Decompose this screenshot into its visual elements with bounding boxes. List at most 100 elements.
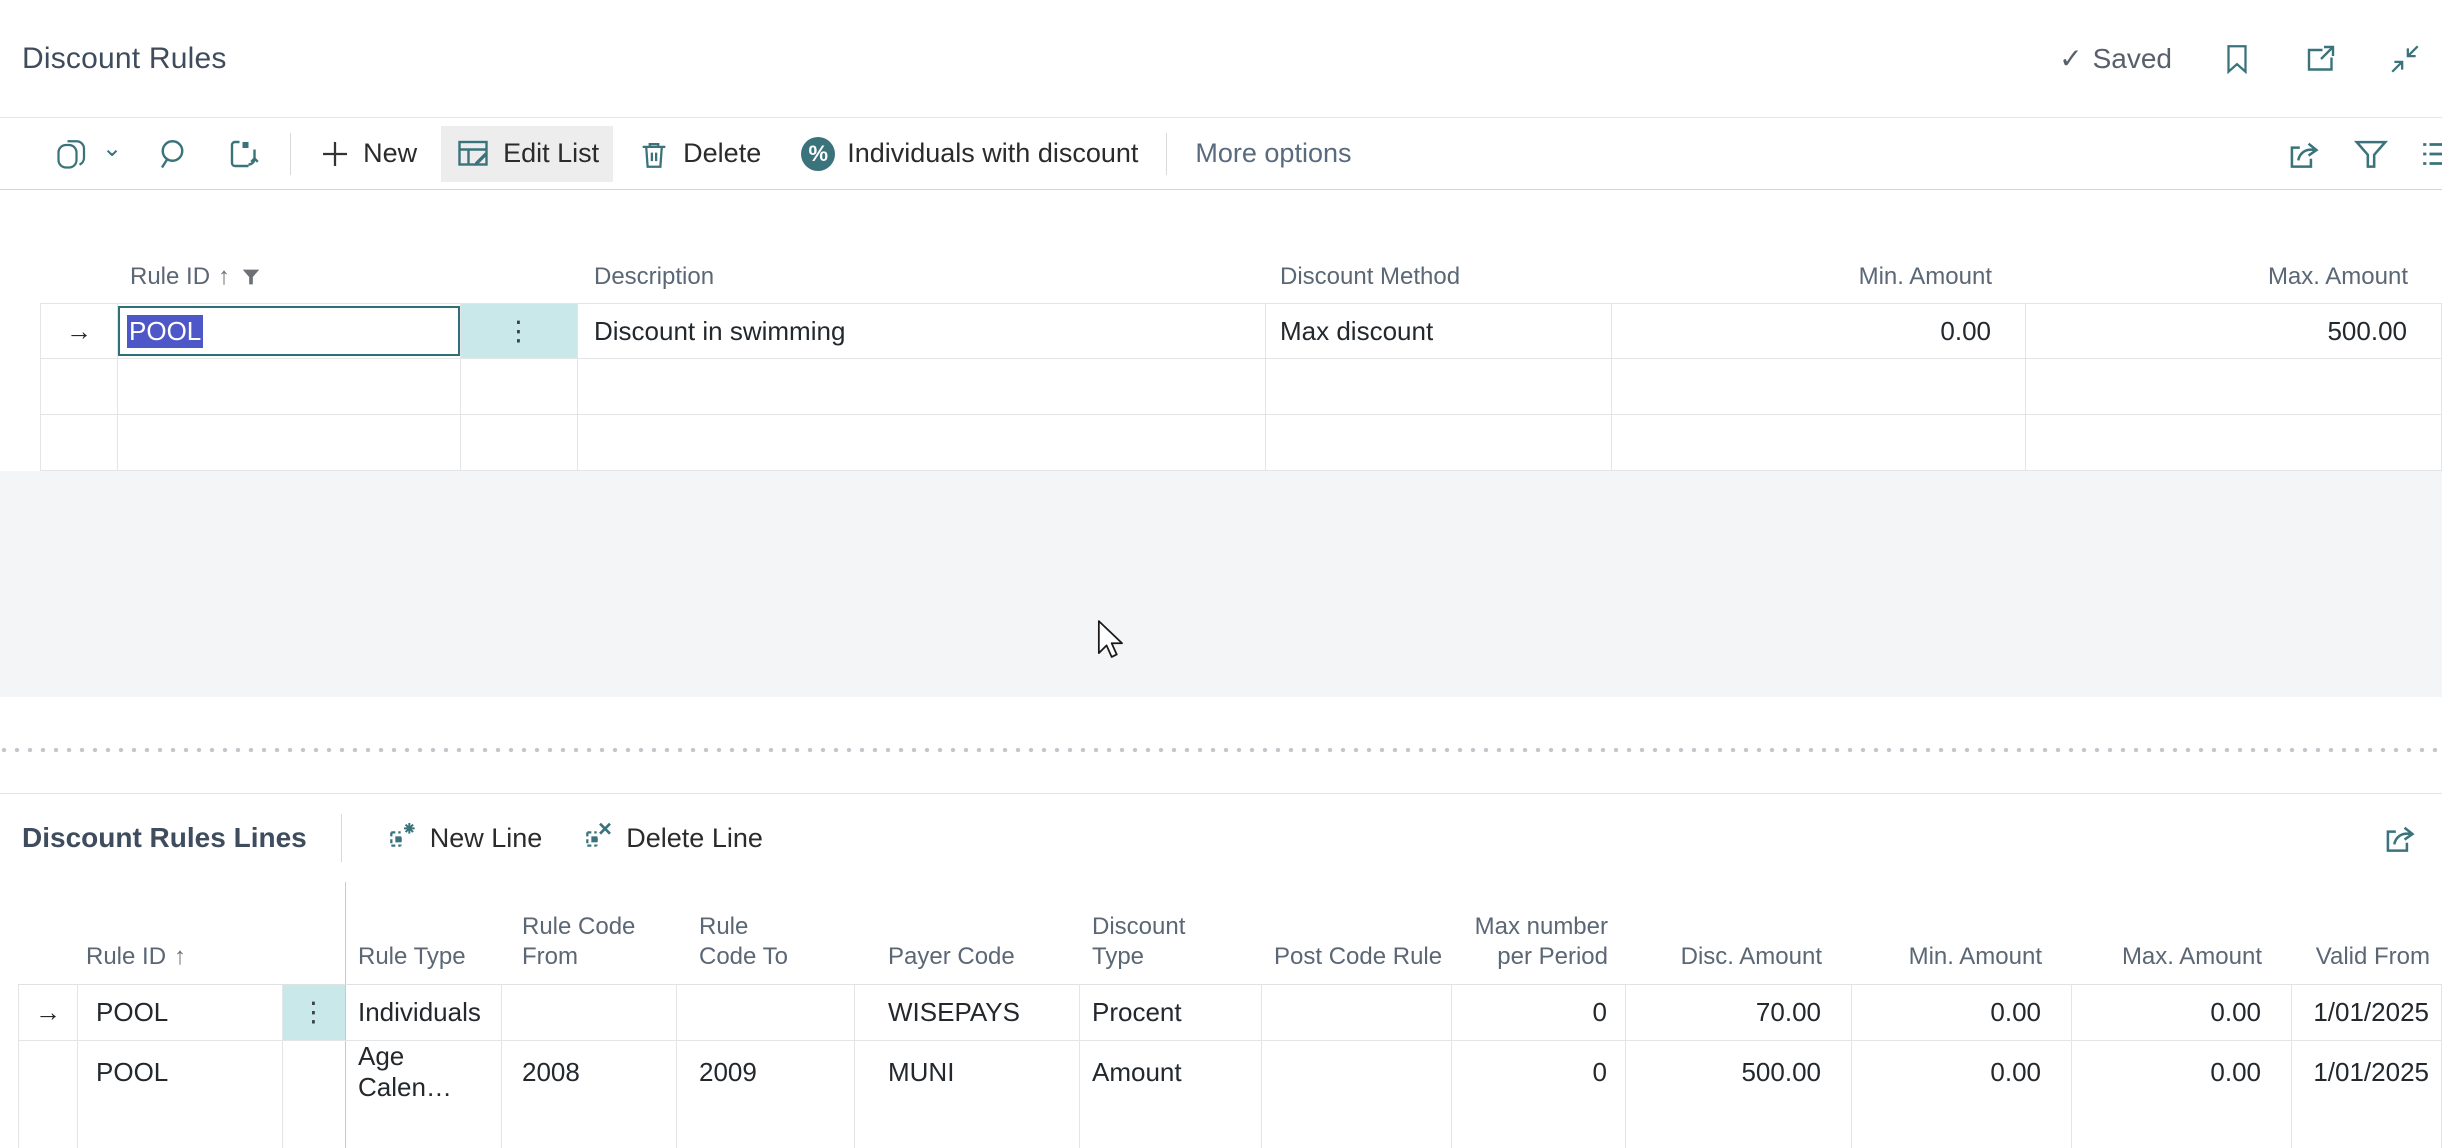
rules-col-discount-method[interactable]: Discount Method: [1266, 250, 1612, 303]
trash-icon: [637, 137, 671, 171]
lines-col-disc-amount[interactable]: Disc. Amount: [1626, 882, 1852, 984]
lines-col-min-amount[interactable]: Min. Amount: [1852, 882, 2072, 984]
rule-code-from-cell[interactable]: 2008: [502, 1041, 677, 1103]
discount-type-cell[interactable]: Procent: [1080, 985, 1262, 1040]
new-line-button[interactable]: New Line: [370, 810, 559, 866]
delete-line-label: Delete Line: [626, 823, 763, 854]
new-button-label: New: [363, 138, 417, 169]
lines-col-valid-from[interactable]: Valid From: [2292, 882, 2442, 984]
rule-id-cell[interactable]: POOL: [78, 1041, 283, 1103]
rules-col-rule-id[interactable]: Rule ID ↑: [118, 250, 461, 303]
column-filter-icon: [240, 266, 262, 288]
delete-label: Delete: [683, 138, 761, 169]
row-options-button[interactable]: [283, 1041, 346, 1103]
discount-type-cell[interactable]: Amount: [1080, 1041, 1262, 1103]
bookmark-icon[interactable]: [2218, 40, 2256, 78]
search-button[interactable]: [142, 126, 206, 182]
post-code-rule-cell[interactable]: [1262, 1041, 1452, 1103]
disc-amount-cell[interactable]: 70.00: [1626, 985, 1852, 1040]
max-amount-cell[interactable]: 500.00: [2026, 304, 2442, 358]
lines-row-empty[interactable]: [18, 1097, 2442, 1148]
new-button[interactable]: New: [305, 126, 431, 182]
row-options-button[interactable]: ⋮: [461, 304, 578, 358]
row-options-button[interactable]: ⋮: [283, 985, 346, 1040]
post-code-rule-cell[interactable]: [1262, 985, 1452, 1040]
lines-col-post-code-rule[interactable]: Post Code Rule: [1262, 882, 1452, 984]
collapse-icon[interactable]: [2386, 40, 2424, 78]
active-row-indicator: →: [40, 304, 118, 358]
lines-col-max-amount[interactable]: Max. Amount: [2072, 882, 2292, 984]
lines-col-rule-type[interactable]: Rule Type: [346, 882, 502, 984]
grid-filler-area: [0, 471, 2442, 697]
disc-amount-cell[interactable]: 500.00: [1626, 1041, 1852, 1103]
rule-code-to-cell[interactable]: 2009: [677, 1041, 855, 1103]
rules-grid-header: Rule ID ↑ Description Discount Method Mi…: [40, 250, 2442, 303]
min-amount-cell[interactable]: 0.00: [1852, 985, 2072, 1040]
save-status-label: Saved: [2093, 43, 2172, 75]
save-status: ✓ Saved: [2059, 42, 2172, 75]
rules-col-min-amount[interactable]: Min. Amount: [1612, 250, 2026, 303]
new-line-label: New Line: [430, 823, 543, 854]
max-amount-cell[interactable]: 0.00: [2072, 985, 2292, 1040]
views-icon: [54, 136, 90, 172]
lines-grid-header: Rule ID↑ Rule Type Rule Code From Rule C…: [18, 882, 2442, 985]
title-bar: Discount Rules ✓ Saved: [0, 0, 2442, 117]
delete-line-icon: [582, 819, 614, 858]
more-options-button[interactable]: More options: [1181, 126, 1365, 182]
ellipsis-icon: ⋮: [300, 997, 328, 1028]
rules-row-empty[interactable]: [40, 415, 2442, 471]
discount-rules-list: Rule ID ↑ Description Discount Method Mi…: [0, 190, 2442, 793]
individuals-with-discount-button[interactable]: % Individuals with discount: [787, 126, 1152, 182]
discount-rules-lines-part: Discount Rules Lines New Line: [0, 793, 2442, 1148]
delete-button[interactable]: Delete: [623, 126, 775, 182]
lines-col-rule-code-from[interactable]: Rule Code From: [502, 882, 677, 984]
discount-rules-page: Discount Rules ✓ Saved: [0, 0, 2442, 1148]
views-button[interactable]: ⌄: [40, 126, 136, 182]
rule-id-cell[interactable]: POOL: [78, 985, 283, 1040]
lines-col-max-number-per-period[interactable]: Max number per Period: [1452, 882, 1626, 984]
lines-col-rule-code-to[interactable]: Rule Code To: [677, 882, 855, 984]
search-icon: [156, 136, 192, 172]
rule-id-cell-editing[interactable]: POOL: [118, 304, 461, 358]
max-number-per-period-cell[interactable]: 0: [1452, 1041, 1626, 1103]
rule-type-cell[interactable]: Individuals: [346, 985, 502, 1040]
delete-line-button[interactable]: Delete Line: [566, 810, 779, 866]
payer-code-cell[interactable]: WISEPAYS: [855, 985, 1080, 1040]
rules-col-description[interactable]: Description: [578, 250, 1266, 303]
max-amount-cell[interactable]: 0.00: [2072, 1041, 2292, 1103]
selected-text: POOL: [127, 315, 203, 348]
active-row-indicator: →: [18, 985, 78, 1040]
toolbar-divider: [1166, 133, 1167, 175]
max-number-per-period-cell[interactable]: 0: [1452, 985, 1626, 1040]
filter-icon[interactable]: [2352, 135, 2390, 173]
rule-type-cell[interactable]: Age Calen…: [346, 1041, 502, 1103]
lines-row-2: POOL Age Calen… 2008 2009 MUNI Amount 0 …: [18, 1041, 2442, 1097]
analyze-button[interactable]: [212, 126, 276, 182]
lines-col-payer-code[interactable]: Payer Code: [855, 882, 1080, 984]
payer-code-cell[interactable]: MUNI: [855, 1041, 1080, 1103]
edit-list-button[interactable]: Edit List: [441, 126, 613, 182]
description-cell[interactable]: Discount in swimming: [578, 304, 1266, 358]
valid-from-cell[interactable]: 1/01/2025: [2292, 985, 2442, 1040]
share-icon[interactable]: [2284, 135, 2322, 173]
discount-method-cell[interactable]: Max discount: [1266, 304, 1612, 358]
plus-icon: [319, 138, 351, 170]
choose-columns-icon[interactable]: [2420, 135, 2442, 173]
lines-col-discount-type[interactable]: Discount Type: [1080, 882, 1262, 984]
lines-col-rule-id[interactable]: Rule ID↑: [78, 882, 283, 984]
edit-list-label: Edit List: [503, 138, 599, 169]
rule-code-to-cell[interactable]: [677, 985, 855, 1040]
min-amount-cell[interactable]: 0.00: [1612, 304, 2026, 358]
rule-code-from-cell[interactable]: [502, 985, 677, 1040]
rules-row-empty[interactable]: [40, 359, 2442, 415]
lines-row-1: → POOL ⋮ Individuals WISEPAYS Procent 0 …: [18, 985, 2442, 1041]
lines-share-icon[interactable]: [2380, 819, 2418, 857]
lines-toolbar: Discount Rules Lines New Line: [0, 794, 2442, 882]
rules-col-max-amount[interactable]: Max. Amount: [2026, 250, 2442, 303]
new-line-icon: [386, 819, 418, 858]
percent-icon: %: [801, 137, 835, 171]
open-in-new-window-icon[interactable]: [2302, 40, 2340, 78]
min-amount-cell[interactable]: 0.00: [1852, 1041, 2072, 1103]
valid-from-cell[interactable]: 1/01/2025: [2292, 1041, 2442, 1103]
rule-id-editor[interactable]: POOL: [118, 306, 460, 356]
